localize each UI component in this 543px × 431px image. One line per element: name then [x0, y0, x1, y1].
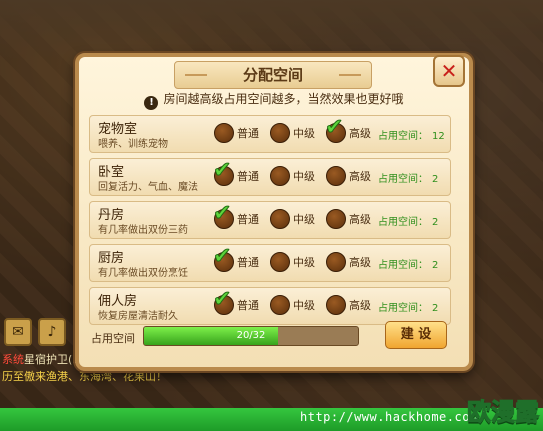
level-option[interactable]: ✔ 普通	[212, 159, 259, 186]
room-list: 宠物室 喂养、训练宠物 普通 中级 ✔ 高级 占用空间： 12 卧室 回复活力、气血、魔法 ✔ 普通中…	[89, 115, 451, 330]
room-row: 厨房 有几率做出双份烹饪 ✔ 普通 中级 高级 占用空间： 2	[89, 244, 451, 282]
space-cost-label: 占用空间：	[378, 131, 428, 142]
space-cost-value: 12	[432, 131, 445, 142]
level-label: 普通	[237, 127, 259, 140]
level-label: 中级	[293, 127, 315, 140]
space-cost: 占用空间： 2	[378, 256, 438, 271]
space-cost-value: 2	[432, 260, 439, 271]
level-option[interactable]: 中级	[270, 252, 315, 272]
level-label: 高级	[349, 170, 371, 183]
notice-label: 房间越高级占用空间越多，当然效果也更好哦	[163, 92, 404, 106]
radio-circle-icon[interactable]	[326, 252, 346, 272]
level-option[interactable]: 高级	[326, 295, 371, 315]
level-label: 普通	[237, 170, 259, 183]
room-description: 喂养、训练宠物	[98, 139, 168, 150]
room-description: 有几率做出双份三药	[98, 225, 188, 236]
radio-circle-icon[interactable]	[270, 209, 290, 229]
space-cost-label: 占用空间：	[378, 260, 428, 271]
notice-text: ! 房间越高级占用空间越多，当然效果也更好哦	[79, 90, 469, 110]
dialog-title: 分配空间	[174, 61, 372, 89]
level-option[interactable]: 普通	[214, 123, 259, 143]
level-label: 高级	[349, 256, 371, 269]
build-button[interactable]: 建 设	[385, 321, 447, 349]
radio-circle-icon[interactable]: ✔	[212, 202, 234, 229]
room-row: 卧室 回复活力、气血、魔法 ✔ 普通 中级 高级 占用空间： 2	[89, 158, 451, 196]
level-option[interactable]: ✔ 普通	[212, 202, 259, 229]
level-label: 普通	[237, 213, 259, 226]
level-label: 高级	[349, 213, 371, 226]
microphone-icon[interactable]: ♪	[38, 318, 66, 346]
level-label: 普通	[237, 256, 259, 269]
radio-circle-icon[interactable]: ✔	[324, 116, 346, 143]
radio-circle-icon[interactable]	[270, 166, 290, 186]
level-option[interactable]: ✔ 普通	[212, 288, 259, 315]
usage-progress-text: 20/32	[236, 330, 266, 341]
usage-progress-bar: 20/32	[143, 326, 359, 346]
space-cost: 占用空间： 2	[378, 299, 438, 314]
watermark-logo: 欧漫露	[467, 398, 540, 427]
level-option[interactable]: 高级	[326, 252, 371, 272]
space-cost-label: 占用空间：	[378, 303, 428, 314]
watermark-url: http://www.hackhome.com	[300, 410, 478, 424]
level-option[interactable]: 高级	[326, 209, 371, 229]
radio-circle-icon[interactable]	[214, 123, 234, 143]
level-label: 中级	[293, 299, 315, 312]
level-option[interactable]: ✔ 高级	[324, 116, 371, 143]
radio-circle-icon[interactable]	[270, 252, 290, 272]
checkmark-icon: ✔	[212, 244, 232, 269]
level-option[interactable]: 中级	[270, 123, 315, 143]
checkmark-icon: ✔	[212, 201, 232, 226]
space-cost-label: 占用空间：	[378, 174, 428, 185]
radio-circle-icon[interactable]	[270, 123, 290, 143]
checkmark-icon: ✔	[324, 115, 344, 140]
chat-bubble-icon[interactable]: ✉	[4, 318, 32, 346]
radio-circle-icon[interactable]	[326, 295, 346, 315]
level-label: 中级	[293, 170, 315, 183]
radio-circle-icon[interactable]: ✔	[212, 159, 234, 186]
space-cost: 占用空间： 12	[378, 127, 445, 142]
close-button[interactable]: ✕	[433, 55, 465, 87]
level-option[interactable]: 中级	[270, 209, 315, 229]
space-cost-value: 2	[432, 303, 439, 314]
chat-toolbar: ✉ ♪	[4, 318, 66, 346]
space-cost-value: 2	[432, 174, 439, 185]
space-cost-value: 2	[432, 217, 439, 228]
room-row: 丹房 有几率做出双份三药 ✔ 普通 中级 高级 占用空间： 2	[89, 201, 451, 239]
room-description: 恢复房屋清洁耐久	[98, 311, 178, 322]
level-option[interactable]: 中级	[270, 166, 315, 186]
space-cost: 占用空间： 2	[378, 213, 438, 228]
level-option[interactable]: 高级	[326, 166, 371, 186]
chat-system-tag: 系统	[2, 353, 24, 366]
level-option[interactable]: ✔ 普通	[212, 245, 259, 272]
usage-label: 占用空间	[91, 332, 135, 345]
room-description: 回复活力、气血、魔法	[98, 182, 198, 193]
allocate-space-dialog: 分配空间 ✕ ! 房间越高级占用空间越多，当然效果也更好哦 宠物室 喂养、训练宠物普…	[75, 53, 473, 371]
checkmark-icon: ✔	[212, 287, 232, 312]
room-row: 宠物室 喂养、训练宠物 普通 中级 ✔ 高级 占用空间： 12	[89, 115, 451, 153]
room-description: 有几率做出双份烹饪	[98, 268, 188, 279]
radio-circle-icon[interactable]	[326, 209, 346, 229]
space-cost-label: 占用空间：	[378, 217, 428, 228]
level-label: 高级	[349, 299, 371, 312]
radio-circle-icon[interactable]	[270, 295, 290, 315]
level-label: 普通	[237, 299, 259, 312]
radio-circle-icon[interactable]: ✔	[212, 245, 234, 272]
radio-circle-icon[interactable]	[326, 166, 346, 186]
space-cost: 占用空间： 2	[378, 170, 438, 185]
room-row: 佣人房 恢复房屋清洁耐久 ✔ 普通 中级 高级 占用空间： 2	[89, 287, 451, 325]
radio-circle-icon[interactable]: ✔	[212, 288, 234, 315]
level-label: 中级	[293, 256, 315, 269]
level-option[interactable]: 中级	[270, 295, 315, 315]
level-label: 中级	[293, 213, 315, 226]
exclamation-icon: !	[144, 96, 159, 110]
checkmark-icon: ✔	[212, 158, 232, 183]
level-label: 高级	[349, 127, 371, 140]
